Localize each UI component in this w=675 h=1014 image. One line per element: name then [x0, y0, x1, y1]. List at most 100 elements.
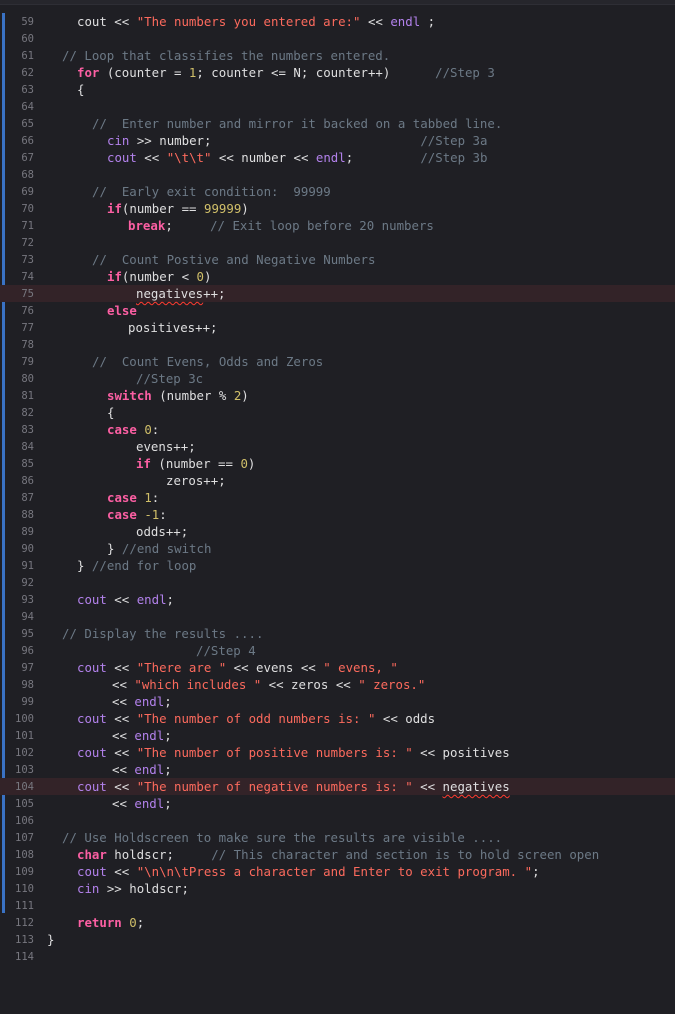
code-line[interactable]: 77 positives++; — [0, 319, 675, 336]
code-line[interactable]: 114 — [0, 948, 675, 965]
code-text[interactable]: positives++; — [128, 320, 218, 335]
code-text[interactable]: //Step 4 — [196, 643, 256, 658]
code-text[interactable]: cin >> holdscr; — [77, 881, 189, 896]
code-text[interactable]: << endl; — [112, 762, 172, 777]
code-line[interactable]: 84 evens++; — [0, 438, 675, 455]
code-text[interactable]: else — [107, 303, 137, 318]
code-text[interactable]: { — [107, 405, 114, 420]
code-line[interactable]: 61 // Loop that classifies the numbers en… — [0, 47, 675, 64]
code-line[interactable]: 80 //Step 3c — [0, 370, 675, 387]
code-text[interactable]: cout << endl; — [77, 592, 174, 607]
code-line[interactable]: 78 — [0, 336, 675, 353]
code-text[interactable]: cout << "The numbers you entered are:" <… — [77, 14, 435, 29]
code-text[interactable]: zeros++; — [166, 473, 226, 488]
code-line[interactable]: 106 — [0, 812, 675, 829]
code-text[interactable]: } //end for loop — [77, 558, 196, 573]
code-text[interactable]: cout << "The number of positive numbers … — [77, 745, 510, 760]
code-line[interactable]: 85 if (number == 0) — [0, 455, 675, 472]
code-line[interactable]: 90} //end switch — [0, 540, 675, 557]
code-line[interactable]: 66 cin >> number; //Step 3a — [0, 132, 675, 149]
code-text[interactable]: break; // Exit loop before 20 numbers — [128, 218, 434, 233]
code-text[interactable]: << endl; — [112, 796, 172, 811]
code-text[interactable]: } — [47, 932, 54, 947]
code-line[interactable]: 94 — [0, 608, 675, 625]
code-text[interactable]: // Display the results .... — [62, 626, 263, 641]
code-line[interactable]: 63 { — [0, 81, 675, 98]
code-text[interactable]: if(number < 0) — [107, 269, 211, 284]
code-text[interactable]: // Use Holdscreen to make sure the resul… — [62, 830, 502, 845]
code-line[interactable]: 107 // Use Holdscreen to make sure the re… — [0, 829, 675, 846]
code-line[interactable]: 112 return 0; — [0, 914, 675, 931]
code-text[interactable]: return 0; — [77, 915, 144, 930]
code-text[interactable]: cout << "\t\t" << number << endl; //Step… — [107, 150, 487, 165]
code-line[interactable]: 67 cout << "\t\t" << number << endl; //St… — [0, 149, 675, 166]
code-line[interactable]: 113} — [0, 931, 675, 948]
code-line[interactable]: 69 // Early exit condition: 99999 — [0, 183, 675, 200]
code-text[interactable]: // Count Postive and Negative Numbers — [92, 252, 375, 267]
code-text[interactable]: cout << "The number of negative numbers … — [77, 779, 510, 794]
code-line[interactable]: 65 // Enter number and mirror it backed o… — [0, 115, 675, 132]
code-line[interactable]: 59 cout << "The numbers you entered are:"… — [0, 13, 675, 30]
code-editor[interactable]: 58 59 cout << "The numbers you entered ar… — [0, 0, 675, 1014]
code-text[interactable]: // Early exit condition: 99999 — [92, 184, 331, 199]
code-line[interactable]: 89 odds++; — [0, 523, 675, 540]
code-line[interactable]: 92 — [0, 574, 675, 591]
code-line[interactable]: 87 case 1: — [0, 489, 675, 506]
code-text[interactable]: case 1: — [107, 490, 159, 505]
code-text[interactable]: << endl; — [112, 694, 172, 709]
code-line[interactable]: 75 negatives++; — [0, 285, 675, 302]
code-line[interactable]: 71 break; // Exit loop before 20 numbers — [0, 217, 675, 234]
code-text[interactable]: for (counter = 1; counter <= N; counter+… — [77, 65, 495, 80]
code-line[interactable]: 100 cout << "The number of odd numbers is… — [0, 710, 675, 727]
code-line[interactable]: 64 — [0, 98, 675, 115]
code-text[interactable]: // Enter number and mirror it backed on … — [92, 116, 502, 131]
code-text[interactable]: // Count Evens, Odds and Zeros — [92, 354, 323, 369]
code-text[interactable]: { — [77, 82, 84, 97]
code-text[interactable]: // Loop that classifies the numbers ente… — [62, 48, 390, 63]
code-line[interactable]: 102 cout << "The number of positive numbe… — [0, 744, 675, 761]
code-text[interactable]: << "which includes " << zeros << " zeros… — [112, 677, 425, 692]
code-text[interactable]: negatives++; — [136, 286, 226, 301]
code-line[interactable]: 101 << endl; — [0, 727, 675, 744]
code-line[interactable]: 104 cout << "The number of negative numbe… — [0, 778, 675, 795]
code-line[interactable]: 74 if(number < 0) — [0, 268, 675, 285]
code-text[interactable]: char holdscr; // This character and sect… — [77, 847, 599, 862]
code-line[interactable]: 81 switch (number % 2) — [0, 387, 675, 404]
code-text[interactable]: //Step 3c — [136, 371, 203, 386]
code-line[interactable]: 97 cout << "There are " << evens << " eve… — [0, 659, 675, 676]
code-text[interactable]: cout << "\n\n\tPress a character and Ent… — [77, 864, 540, 879]
code-text[interactable]: case -1: — [107, 507, 167, 522]
code-text[interactable]: odds++; — [136, 524, 188, 539]
code-line[interactable]: 99 << endl; — [0, 693, 675, 710]
code-text[interactable]: } //end switch — [107, 541, 211, 556]
code-line[interactable]: 79 // Count Evens, Odds and Zeros — [0, 353, 675, 370]
code-line[interactable]: 88 case -1: — [0, 506, 675, 523]
code-line[interactable]: 82 { — [0, 404, 675, 421]
code-line[interactable]: 103 << endl; — [0, 761, 675, 778]
code-text[interactable]: cout << "There are " << evens << " evens… — [77, 660, 398, 675]
code-line[interactable]: 105 << endl; — [0, 795, 675, 812]
code-line[interactable]: 72 — [0, 234, 675, 251]
code-text[interactable]: evens++; — [136, 439, 196, 454]
code-line[interactable]: 76 else — [0, 302, 675, 319]
code-line[interactable]: 110 cin >> holdscr; — [0, 880, 675, 897]
code-line[interactable]: 93 cout << endl; — [0, 591, 675, 608]
code-line[interactable]: 98 << "which includes " << zeros << " zer… — [0, 676, 675, 693]
code-text[interactable]: cout << "The number of odd numbers is: "… — [77, 711, 435, 726]
code-line[interactable]: 83 case 0: — [0, 421, 675, 438]
code-text[interactable]: switch (number % 2) — [107, 388, 249, 403]
code-line[interactable]: 111 — [0, 897, 675, 914]
code-text[interactable]: << endl; — [112, 728, 172, 743]
code-line[interactable]: 109 cout << "\n\n\tPress a character and … — [0, 863, 675, 880]
code-text[interactable]: if(number == 99999) — [107, 201, 249, 216]
code-line[interactable]: 62 for (counter = 1; counter <= N; counte… — [0, 64, 675, 81]
code-line[interactable]: 73 // Count Postive and Negative Numbers — [0, 251, 675, 268]
code-text[interactable]: if (number == 0) — [136, 456, 255, 471]
code-line[interactable]: 91} //end for loop — [0, 557, 675, 574]
code-line[interactable]: 68 — [0, 166, 675, 183]
code-line[interactable]: 70 if(number == 99999) — [0, 200, 675, 217]
code-line[interactable]: 95 // Display the results .... — [0, 625, 675, 642]
code-text[interactable]: cin >> number; //Step 3a — [107, 133, 487, 148]
code-line[interactable]: 108 char holdscr; // This character and s… — [0, 846, 675, 863]
code-text[interactable]: case 0: — [107, 422, 159, 437]
